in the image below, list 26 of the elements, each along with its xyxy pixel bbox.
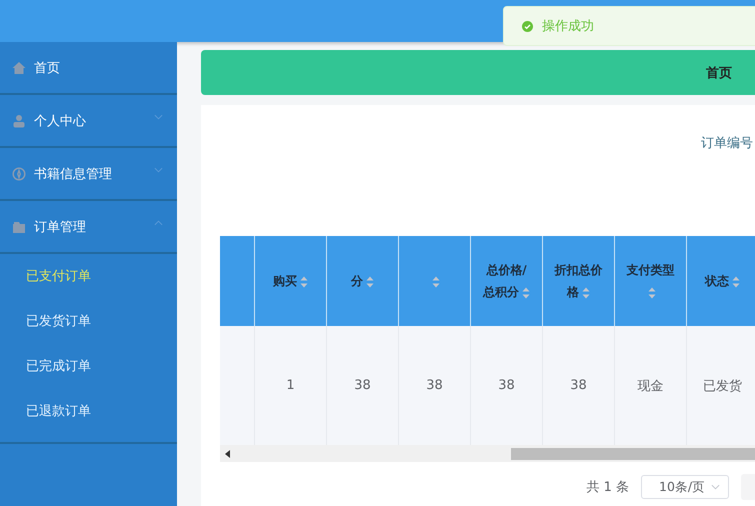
page-size-select[interactable]: 10条/页 [641,475,729,499]
toast-message: 操作成功 [542,18,594,35]
table-cell: 已发货 [686,326,755,445]
menu-item[interactable]: 首页 [0,42,177,95]
breadcrumb-link[interactable]: 首页 [706,64,732,82]
table-cell: 38 [398,326,470,445]
table-cell: 38 [470,326,542,445]
submenu-item[interactable]: 已支付订单 [0,254,177,299]
table-cell: 38 [542,326,614,445]
column-header[interactable]: 总价格/总积分 [470,236,542,326]
total-count: 共 1 条 [586,479,629,496]
column-header[interactable]: 购买 [254,236,326,326]
column-header[interactable]: 折扣总价格 [542,236,614,326]
column-header[interactable]: 支付类型 [614,236,686,326]
column-header[interactable]: 分 [326,236,398,326]
table-cell: 1 [254,326,326,445]
menu-item[interactable]: 个人中心 [0,95,177,148]
menu-item[interactable]: 订单管理 [0,201,177,254]
table-cell: 现金 [614,326,686,445]
submenu-item[interactable]: 已完成订单 [0,344,177,389]
submenu-item[interactable]: 已发货订单 [0,299,177,344]
table-cell: 38 [326,326,398,445]
column-header[interactable]: 状态 [686,236,755,326]
submenu-item[interactable]: 已退款订单 [0,389,177,434]
menu-item[interactable]: 书籍信息管理 [0,148,177,201]
field-label: 订单编号 [701,135,753,153]
